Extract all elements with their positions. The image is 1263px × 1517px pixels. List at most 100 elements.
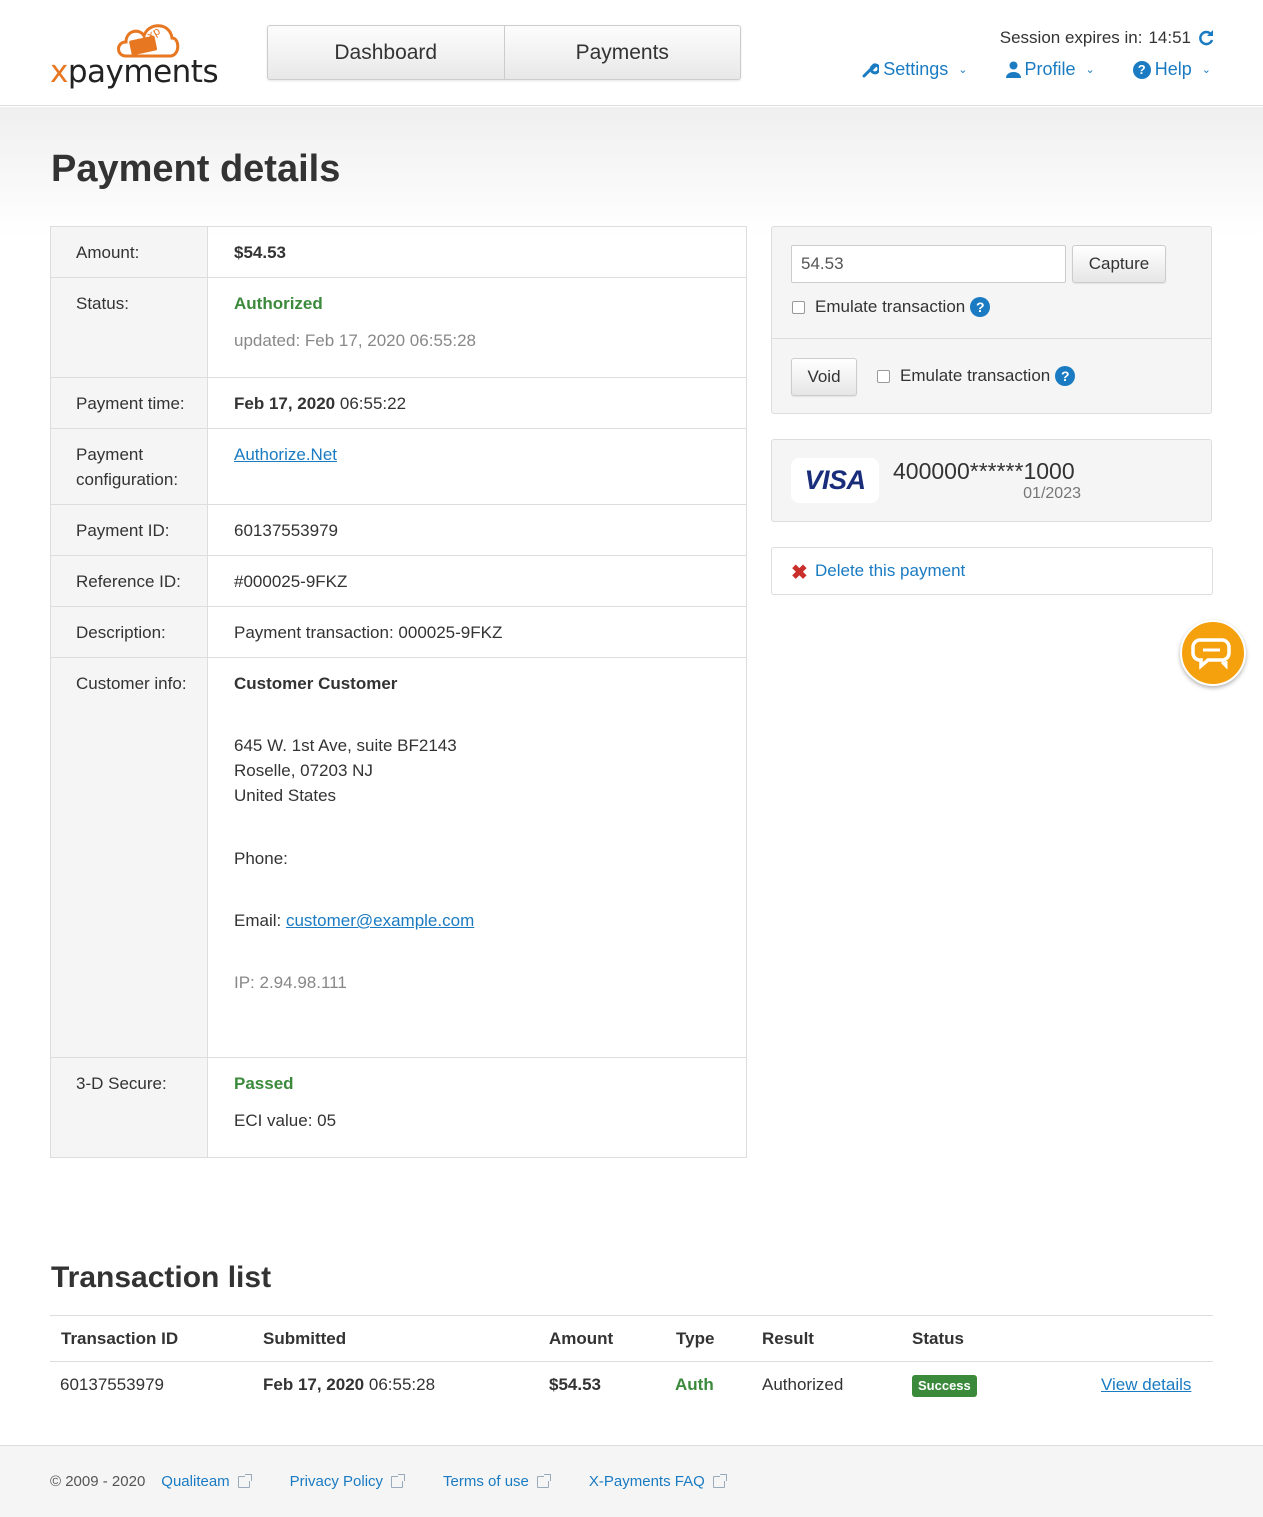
row-submitted: Feb 17, 2020 06:55:28 xyxy=(263,1362,435,1408)
col-transaction-id[interactable]: Transaction ID xyxy=(61,1316,178,1362)
xpayments-logo[interactable]: xp xpayments xyxy=(50,18,220,90)
payment-time-value: Feb 17, 2020 06:55:22 xyxy=(208,378,746,428)
secure-status: Passed xyxy=(234,1074,294,1093)
capture-button[interactable]: Capture xyxy=(1072,245,1166,283)
profile-menu[interactable]: Profile ⌄ xyxy=(1005,59,1095,80)
logo-wordmark: xpayments xyxy=(50,54,219,90)
customer-cell: Customer Customer 645 W. 1st Ave, suite … xyxy=(208,658,746,1057)
question-circle-icon[interactable]: ? xyxy=(970,297,991,317)
capture-void-panel: 54.53 Capture Emulate transaction ? Void… xyxy=(771,226,1212,414)
wrench-icon xyxy=(862,63,880,78)
transaction-table: Transaction ID Submitted Amount Type Res… xyxy=(50,1315,1213,1408)
emulate-capture-label: Emulate transaction xyxy=(815,297,966,316)
delete-payment-panel: ✖ Delete this payment xyxy=(771,547,1213,595)
panel-divider xyxy=(772,338,1211,339)
view-details-link[interactable]: View details xyxy=(1101,1375,1191,1394)
eci-value: ECI value: 05 xyxy=(234,1111,337,1130)
transaction-list-title: Transaction list xyxy=(51,1261,272,1294)
col-result[interactable]: Result xyxy=(762,1316,814,1362)
footer-link-label: Qualiteam xyxy=(161,1473,230,1490)
description-value: Payment transaction: 000025-9FKZ xyxy=(234,623,503,642)
emulate-void-checkbox[interactable] xyxy=(877,369,890,383)
external-link-icon xyxy=(237,1473,252,1488)
detail-row-configuration: Payment configuration: Authorize.Net xyxy=(51,428,746,504)
customer-label: Customer info: xyxy=(51,658,208,1057)
payment-clock: 06:55:22 xyxy=(339,394,407,413)
footer-link-label: Terms of use xyxy=(443,1473,529,1490)
main-nav: Dashboard Payments xyxy=(267,25,741,80)
chat-bubbles-icon xyxy=(1191,638,1231,670)
detail-row-payment-time: Payment time: Feb 17, 2020 06:55:22 xyxy=(51,377,746,428)
status-updated: updated: Feb 17, 2020 06:55:28 xyxy=(234,331,476,350)
payment-date: Feb 17, 2020 xyxy=(234,394,336,413)
question-circle-icon[interactable]: ? xyxy=(1055,366,1076,386)
address-line-1: 645 W. 1st Ave, suite BF2143 xyxy=(234,736,457,755)
phone-label: Phone: xyxy=(234,849,288,868)
payment-id-label: Payment ID: xyxy=(51,505,208,555)
col-status[interactable]: Status xyxy=(912,1316,964,1362)
emulate-void-label: Emulate transaction xyxy=(900,366,1051,385)
col-type[interactable]: Type xyxy=(676,1316,714,1362)
nav-dashboard[interactable]: Dashboard xyxy=(268,26,504,79)
user-icon xyxy=(1005,61,1021,78)
description-label: Description: xyxy=(51,607,208,657)
reference-value: #000025-9FKZ xyxy=(234,572,348,591)
help-menu[interactable]: ? Help ⌄ xyxy=(1132,59,1211,80)
footer-link-terms[interactable]: Terms of use xyxy=(443,1473,551,1490)
config-link[interactable]: Authorize.Net xyxy=(234,445,337,464)
ip-address: IP: 2.94.98.111 xyxy=(234,973,347,992)
payment-details-table: Amount: $54.53 Status: Authorized update… xyxy=(50,226,747,1158)
col-submitted[interactable]: Submitted xyxy=(263,1316,346,1362)
session-timer: Session expires in: 14:51 xyxy=(1000,28,1215,48)
footer-link-qualiteam[interactable]: Qualiteam xyxy=(161,1473,252,1490)
amount-label: Amount: xyxy=(51,227,208,277)
external-link-icon xyxy=(391,1473,406,1488)
copyright: © 2009 - 2020 xyxy=(50,1473,146,1490)
close-icon: ✖ xyxy=(791,562,808,584)
visa-logo-icon: VISA xyxy=(791,458,879,503)
footer-links: © 2009 - 2020 Qualiteam Privacy Policy T… xyxy=(50,1473,727,1490)
secure-cell: Passed ECI value: 05 xyxy=(208,1058,746,1157)
status-value: Authorized xyxy=(234,294,323,313)
nav-payments[interactable]: Payments xyxy=(503,26,741,79)
status-label: Status: xyxy=(51,278,208,377)
email-link[interactable]: customer@example.com xyxy=(286,911,474,930)
void-button[interactable]: Void xyxy=(791,358,857,396)
user-menu: Settings ⌄ Profile ⌄ ? Help ⌄ xyxy=(862,59,1211,80)
row-result: Authorized xyxy=(762,1375,844,1394)
capture-amount-input[interactable]: 54.53 xyxy=(791,245,1066,283)
table-row: 60137553979 Feb 17, 2020 06:55:28 $54.53… xyxy=(50,1362,1213,1408)
chat-button[interactable] xyxy=(1180,620,1246,686)
reference-label: Reference ID: xyxy=(51,556,208,606)
footer-link-privacy[interactable]: Privacy Policy xyxy=(289,1473,406,1490)
config-cell: Authorize.Net xyxy=(208,429,746,504)
email-label: Email: xyxy=(234,911,282,930)
col-amount[interactable]: Amount xyxy=(549,1316,613,1362)
emulate-void-checkbox-row: Emulate transaction ? xyxy=(877,366,1076,386)
refresh-icon[interactable] xyxy=(1197,29,1215,47)
external-link-icon xyxy=(536,1473,551,1488)
table-header: Transaction ID Submitted Amount Type Res… xyxy=(50,1316,1213,1362)
card-expiry: 01/2023 xyxy=(1023,485,1081,502)
chevron-down-icon: ⌄ xyxy=(1201,64,1211,76)
footer-link-label: Privacy Policy xyxy=(289,1473,384,1490)
payment-time-label: Payment time: xyxy=(51,378,208,428)
session-label: Session expires in: xyxy=(999,28,1143,47)
row-link-cell: View details xyxy=(1101,1362,1191,1408)
footer-link-faq[interactable]: X-Payments FAQ xyxy=(589,1473,727,1490)
row-status-cell: Success xyxy=(912,1362,977,1408)
question-circle-icon: ? xyxy=(1132,60,1151,79)
delete-payment-link[interactable]: Delete this payment xyxy=(815,561,965,581)
status-cell: Authorized updated: Feb 17, 2020 06:55:2… xyxy=(208,278,746,377)
emulate-capture-checkbox[interactable] xyxy=(792,300,805,314)
card-info-panel: VISA 400000******1000 01/2023 xyxy=(771,439,1212,522)
customer-name: Customer Customer xyxy=(234,674,398,693)
detail-row-description: Description: Payment transaction: 000025… xyxy=(51,606,746,657)
detail-row-status: Status: Authorized updated: Feb 17, 2020… xyxy=(51,277,746,377)
footer: © 2009 - 2020 Qualiteam Privacy Policy T… xyxy=(0,1445,1263,1517)
row-type: Auth xyxy=(675,1375,714,1394)
settings-menu[interactable]: Settings ⌄ xyxy=(862,59,968,80)
address-line-3: United States xyxy=(234,786,337,805)
status-badge: Success xyxy=(912,1374,977,1397)
email-line: Email: customer@example.com xyxy=(234,908,736,933)
